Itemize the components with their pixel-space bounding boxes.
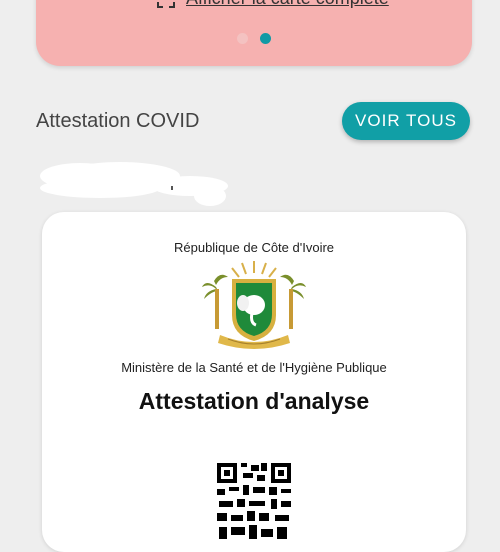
pagination-dot[interactable] <box>237 33 248 44</box>
see-all-button[interactable]: VOIR TOUS <box>342 102 470 140</box>
certificate-title: Attestation d'analyse <box>138 388 370 414</box>
show-full-card-link[interactable]: Afficher la carte complète <box>156 0 389 9</box>
carousel-pagination <box>36 33 472 44</box>
expand-icon <box>157 1 175 8</box>
pagination-dot-active[interactable] <box>260 33 271 44</box>
show-full-card-label: Afficher la carte complète <box>186 0 389 9</box>
qr-code-icon[interactable] <box>215 461 293 541</box>
health-card-banner: Afficher la carte complète <box>36 0 472 66</box>
redacted-name <box>40 162 228 206</box>
coat-of-arms-icon <box>202 261 306 349</box>
section-title: Attestation COVID <box>36 110 200 132</box>
certificate-country: République de Côte d'Ivoire <box>173 240 335 255</box>
certificate-ministry: Ministère de la Santé et de l'Hygiène Pu… <box>121 360 387 375</box>
covid-certificate-card[interactable]: République de Côte d'Ivoire Ministère de… <box>42 212 466 552</box>
